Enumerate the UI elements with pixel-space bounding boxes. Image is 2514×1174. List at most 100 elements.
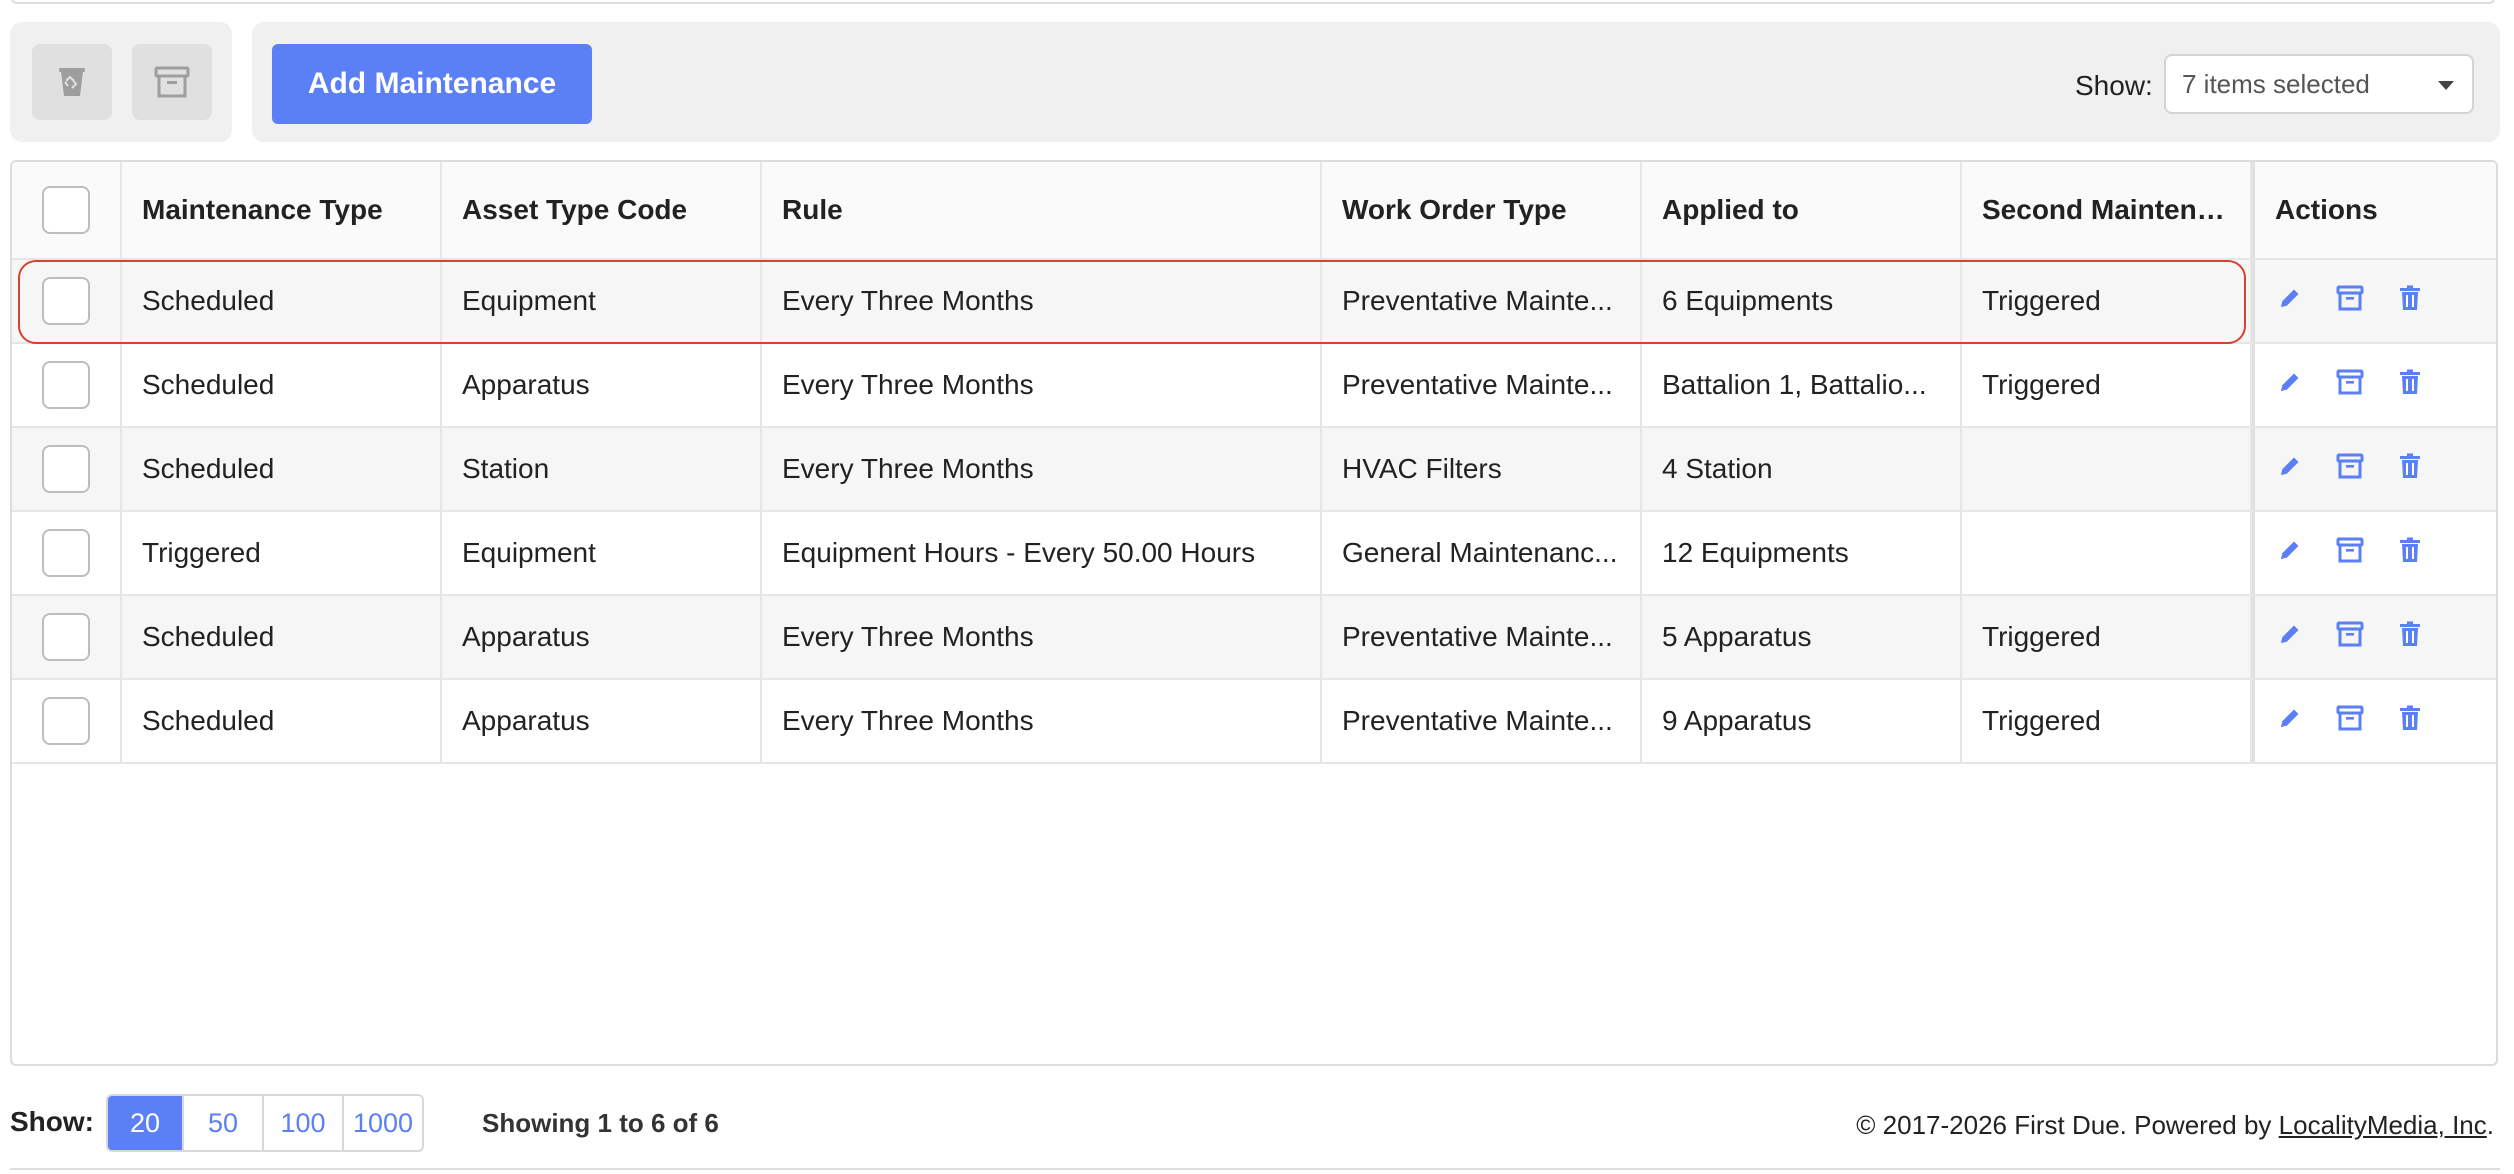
edit-button[interactable] [2275, 451, 2305, 488]
row-actions-cell [2252, 428, 2496, 510]
table-cell: 12 Equipments [1642, 512, 1962, 594]
archive-button[interactable] [2335, 703, 2365, 740]
table-row[interactable]: Scheduled Apparatus Every Three Months Prev… [12, 596, 2496, 680]
row-actions-cell [2252, 596, 2496, 678]
pencil-icon [2281, 373, 2299, 391]
pagination-summary: Showing 1 to 6 of 6 [482, 1108, 719, 1138]
archive-icon [2336, 621, 2364, 646]
table-cell: HVAC Filters [1322, 428, 1642, 510]
copyright-suffix: . [2486, 1110, 2494, 1140]
edit-button[interactable] [2275, 619, 2305, 656]
row-actions-cell [2252, 680, 2496, 762]
action-panel: Add Maintenance Show: 7 items selected [252, 22, 2500, 142]
add-maintenance-button[interactable]: Add Maintenance [272, 44, 592, 124]
edit-button[interactable] [2275, 703, 2305, 740]
page-size-100[interactable]: 100 [264, 1096, 344, 1150]
show-filter-label: Show: [2075, 70, 2153, 101]
bulk-delete-button[interactable] [32, 44, 112, 120]
table-cell: Triggered [1962, 344, 2252, 426]
row-checkbox[interactable] [42, 613, 90, 661]
header-applied-to[interactable]: Applied to [1642, 162, 1962, 258]
bulk-archive-button[interactable] [132, 44, 212, 120]
archive-button[interactable] [2335, 367, 2365, 404]
delete-button[interactable] [2395, 367, 2425, 404]
trash-icon [2400, 621, 2420, 646]
table-cell: Triggered [1962, 596, 2252, 678]
recycle-bin-icon [59, 68, 85, 96]
page-size-selector: 20 50 100 1000 [106, 1094, 424, 1152]
row-select-cell [12, 680, 122, 762]
row-select-cell [12, 596, 122, 678]
trash-icon [2400, 453, 2420, 478]
table-cell: 6 Equipments [1642, 260, 1962, 342]
archive-button[interactable] [2335, 283, 2365, 320]
table-row[interactable]: Scheduled Apparatus Every Three Months Prev… [12, 344, 2496, 428]
delete-button[interactable] [2395, 703, 2425, 740]
table-cell: Preventative Mainte... [1322, 344, 1642, 426]
table-cell: Station [442, 428, 762, 510]
show-filter-value: 7 items selected [2182, 68, 2370, 99]
page: Add Maintenance Show: 7 items selected M… [0, 0, 2514, 1174]
table-cell: 4 Station [1642, 428, 1962, 510]
table-cell: Every Three Months [762, 344, 1322, 426]
table-row[interactable]: Triggered Equipment Equipment Hours - Ever… [12, 512, 2496, 596]
delete-button[interactable] [2395, 619, 2425, 656]
header-asset-type-code[interactable]: Asset Type Code [442, 162, 762, 258]
table-row[interactable]: Scheduled Apparatus Every Three Months Prev… [12, 680, 2496, 764]
header-maintenance-type[interactable]: Maintenance Type [122, 162, 442, 258]
table-row[interactable]: Scheduled Station Every Three Months HVAC F… [12, 428, 2496, 512]
header-work-order-type[interactable]: Work Order Type [1322, 162, 1642, 258]
archive-button[interactable] [2335, 619, 2365, 656]
pencil-icon [2281, 541, 2299, 559]
trash-icon [2400, 285, 2420, 310]
delete-button[interactable] [2395, 535, 2425, 572]
show-filter-select[interactable]: 7 items selected [2164, 54, 2474, 114]
table-cell: Preventative Mainte... [1322, 596, 1642, 678]
table-cell: Scheduled [122, 428, 442, 510]
table-cell: 9 Apparatus [1642, 680, 1962, 762]
page-size-1000[interactable]: 1000 [344, 1096, 422, 1150]
table-cell: Preventative Mainte... [1322, 680, 1642, 762]
table-cell: Equipment [442, 512, 762, 594]
archive-button[interactable] [2335, 451, 2365, 488]
archive-button[interactable] [2335, 535, 2365, 572]
header-second-maintenance[interactable]: Second Maintenanc... [1962, 162, 2252, 258]
table-row[interactable]: Scheduled Equipment Every Three Months Prev… [12, 260, 2496, 344]
row-checkbox[interactable] [42, 697, 90, 745]
table-cell: Every Three Months [762, 428, 1322, 510]
row-checkbox[interactable] [42, 277, 90, 325]
row-actions-cell [2252, 260, 2496, 342]
page-size-label: Show: [10, 1106, 94, 1137]
row-checkbox[interactable] [42, 361, 90, 409]
maintenance-table: Maintenance Type Asset Type Code Rule Wo… [10, 160, 2498, 1066]
archive-icon [2336, 705, 2364, 730]
trash-icon [2400, 369, 2420, 394]
page-size-20[interactable]: 20 [108, 1096, 184, 1150]
row-checkbox[interactable] [42, 529, 90, 577]
row-checkbox[interactable] [42, 445, 90, 493]
delete-button[interactable] [2395, 451, 2425, 488]
caret-down-icon [2438, 81, 2454, 90]
row-select-cell [12, 260, 122, 342]
header-rule[interactable]: Rule [762, 162, 1322, 258]
table-cell: Scheduled [122, 344, 442, 426]
delete-button[interactable] [2395, 283, 2425, 320]
table-cell: Every Three Months [762, 680, 1322, 762]
table-cell [1962, 512, 2252, 594]
edit-button[interactable] [2275, 283, 2305, 320]
table-cell: 5 Apparatus [1642, 596, 1962, 678]
page-size-50[interactable]: 50 [184, 1096, 264, 1150]
select-all-checkbox[interactable] [42, 186, 90, 234]
edit-button[interactable] [2275, 535, 2305, 572]
copyright-prefix: © 2017-2026 First Due. Powered by [1856, 1110, 2279, 1140]
row-select-cell [12, 428, 122, 510]
bulk-actions-panel [10, 22, 232, 142]
localitymedia-link[interactable]: LocalityMedia, Inc [2279, 1110, 2487, 1140]
table-cell: Scheduled [122, 680, 442, 762]
table-cell: Apparatus [442, 344, 762, 426]
edit-button[interactable] [2275, 367, 2305, 404]
row-select-cell [12, 344, 122, 426]
table-cell: Preventative Mainte... [1322, 260, 1642, 342]
table-cell: Every Three Months [762, 596, 1322, 678]
archive-icon [154, 66, 190, 98]
